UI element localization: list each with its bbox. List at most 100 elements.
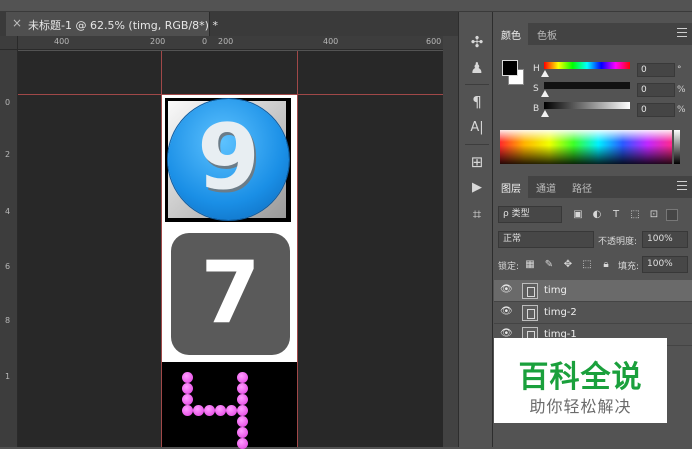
color-spectrum[interactable]	[500, 130, 672, 164]
vertical-guide-left[interactable]	[161, 51, 162, 447]
grayscale-ramp[interactable]	[674, 130, 680, 164]
paragraph-icon[interactable]: ¶	[467, 92, 487, 112]
smart-object-filter-icon[interactable]: ⊡	[648, 209, 660, 221]
saturation-slider-track[interactable]	[544, 82, 630, 89]
hue-value-field[interactable]: 0	[637, 63, 675, 77]
slider-b-label: B	[533, 104, 540, 114]
lock-artboard-icon[interactable]: ⬚	[581, 259, 593, 271]
image-filter-icon[interactable]: ▣	[572, 209, 584, 221]
layer-thumbnail	[522, 305, 538, 321]
led-dot	[237, 372, 248, 383]
opacity-label: 不透明度:	[598, 237, 638, 247]
saturation-value-field[interactable]: 0	[637, 83, 675, 97]
led-dot	[226, 405, 237, 416]
foreground-color-swatch[interactable]	[502, 60, 518, 76]
hue-unit: °	[677, 65, 682, 75]
slider-s-label: S	[533, 84, 539, 94]
layer-filter-select[interactable]: ρ 类型	[498, 206, 562, 223]
layer-thumbnail	[522, 283, 538, 299]
layer-name[interactable]: timg	[544, 285, 567, 296]
horizontal-ruler[interactable]: 400 200 0 200 400 600	[18, 36, 458, 50]
collapsed-panel-dock: ✣ ♟ ¶ A| ⊞ ▶ ⌗	[458, 12, 493, 447]
layer-name[interactable]: timg-2	[544, 307, 577, 318]
brightness-value-field[interactable]: 0	[637, 103, 675, 117]
fill-label: 填充:	[618, 262, 640, 272]
visibility-eye-icon[interactable]: 👁︎	[500, 306, 513, 317]
layer-row[interactable]: 👁︎ timg-2	[494, 302, 692, 324]
lock-transparent-icon[interactable]: ▦	[524, 259, 536, 271]
options-bar	[0, 0, 692, 12]
layer-row[interactable]: 👁︎ timg	[494, 280, 692, 302]
ruler-label: 2	[5, 150, 11, 159]
filter-toggle[interactable]	[666, 209, 678, 221]
hue-slider-track[interactable]	[544, 62, 630, 69]
slider-h-label: H	[533, 64, 540, 74]
brightness-unit: %	[677, 105, 686, 115]
type-filter-icon[interactable]: T	[610, 209, 622, 221]
stamp-icon[interactable]: ♟	[467, 58, 487, 78]
ruler-label: 8	[5, 316, 11, 325]
document-tab[interactable]: × 未标题-1 @ 62.5% (timg, RGB/8*) *	[6, 12, 218, 36]
lock-all-icon[interactable]: 🔒︎	[600, 259, 612, 271]
dock-divider	[465, 144, 489, 145]
lock-label: 锁定:	[498, 262, 520, 272]
hue-slider-knob[interactable]	[541, 70, 549, 77]
watermark-subtitle: 助你轻松解决	[529, 397, 632, 416]
led-dot	[237, 405, 248, 416]
horizontal-guide[interactable]	[18, 94, 443, 95]
canvas-scroll-track[interactable]	[443, 36, 458, 447]
digit-seven: 7	[200, 243, 261, 343]
visibility-eye-icon[interactable]: 👁︎	[500, 284, 513, 295]
opacity-field[interactable]: 100%	[642, 231, 688, 248]
swatch-group-icon[interactable]: ⊞	[467, 152, 487, 172]
led-dot	[215, 405, 226, 416]
tab-paths[interactable]: 路径	[572, 180, 592, 195]
tab-layers[interactable]: 图层	[501, 180, 521, 195]
ruler-label: 600	[426, 37, 442, 46]
ruler-label: 6	[5, 262, 11, 271]
ruler-label: 0	[5, 98, 11, 107]
play-icon[interactable]: ▶	[467, 178, 487, 198]
close-tab-icon[interactable]: ×	[12, 16, 22, 30]
led-dot	[182, 394, 193, 405]
ruler-label: 200	[218, 37, 234, 46]
crop-icon[interactable]: ⌗	[467, 204, 487, 224]
led-dot	[182, 405, 193, 416]
led-dot	[237, 383, 248, 394]
tab-color[interactable]: 颜色	[501, 27, 521, 42]
fill-field[interactable]: 100%	[642, 256, 688, 273]
tab-swatches[interactable]: 色板	[537, 27, 557, 42]
brightness-slider-track[interactable]	[544, 102, 630, 109]
ruler-label: 200	[150, 37, 166, 46]
document-title: 未标题-1 @ 62.5% (timg, RGB/8*) *	[28, 19, 218, 32]
adjustment-filter-icon[interactable]: ◐	[591, 209, 603, 221]
ruler-corner	[0, 36, 18, 50]
vertical-guide-right[interactable]	[297, 51, 298, 447]
puzzle-icon[interactable]: ✣	[467, 32, 487, 52]
color-panel-tabs: 颜色 色板	[494, 23, 692, 45]
ruler-label: 1	[5, 372, 11, 381]
led-dot	[237, 427, 248, 438]
brightness-slider-knob[interactable]	[541, 110, 549, 117]
saturation-slider-knob[interactable]	[541, 90, 549, 97]
led-dot	[204, 405, 215, 416]
watermark-logo: 百科全说 助你轻松解决	[494, 338, 667, 423]
led-dot-digit-four	[162, 362, 297, 449]
shape-filter-icon[interactable]: ⬚	[629, 209, 641, 221]
ruler-label: 400	[323, 37, 339, 46]
lock-image-icon[interactable]: ✎	[543, 259, 555, 271]
layers-panel-tabs: 图层 通道 路径	[494, 176, 692, 198]
character-icon[interactable]: A|	[467, 118, 487, 138]
ruler-label: 4	[5, 207, 11, 216]
led-dot	[193, 405, 204, 416]
led-dot	[237, 438, 248, 449]
watermark-title: 百科全说	[518, 360, 643, 395]
panel-menu-icon[interactable]	[677, 28, 687, 37]
led-dot	[182, 383, 193, 394]
digit-nine: 9	[197, 105, 260, 210]
lock-position-icon[interactable]: ✥	[562, 259, 574, 271]
vertical-ruler[interactable]: 0 2 4 6 8 1	[0, 50, 18, 447]
tab-channels[interactable]: 通道	[536, 180, 556, 195]
panel-menu-icon[interactable]	[677, 181, 687, 190]
blend-mode-select[interactable]: 正常	[498, 231, 594, 248]
